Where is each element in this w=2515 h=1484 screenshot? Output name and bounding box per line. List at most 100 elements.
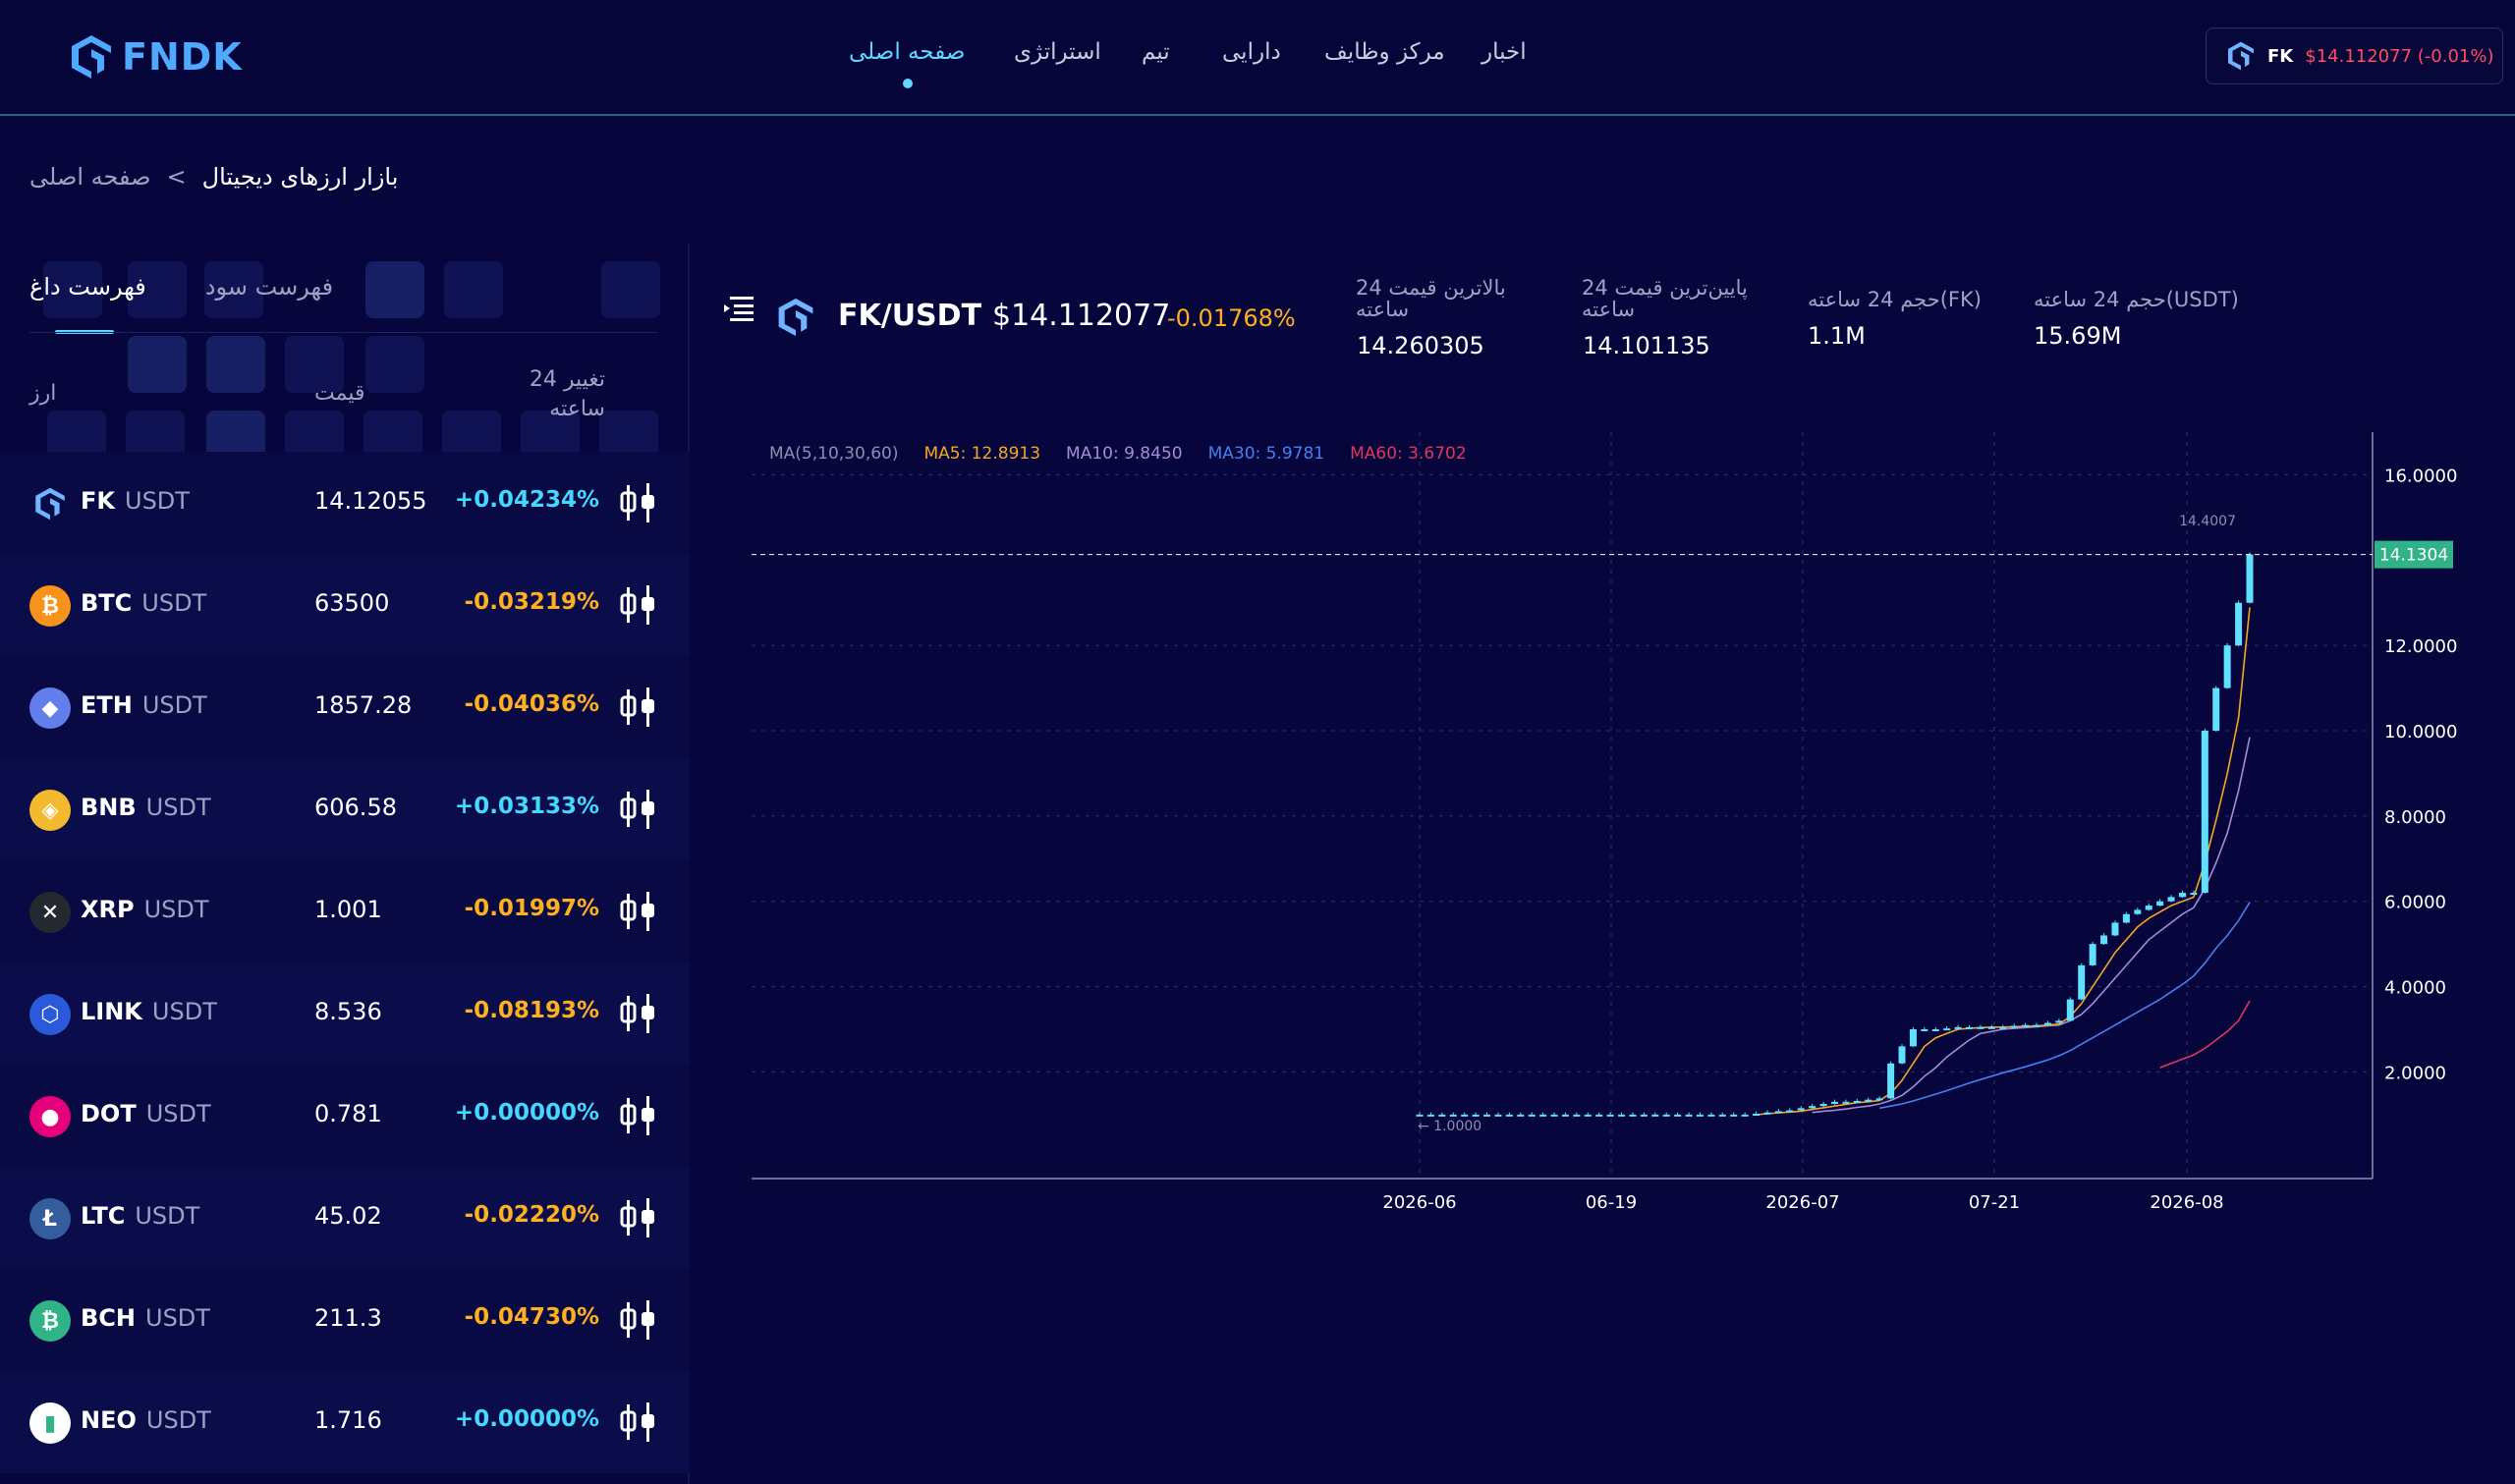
decor-tile [206, 336, 265, 393]
dot-icon: ● [29, 1096, 71, 1137]
candle-body [1774, 1111, 1782, 1114]
tab-hot-list[interactable]: فهرست داغ [29, 273, 146, 301]
candle-body [1842, 1101, 1850, 1104]
y-tick-label: 4.0000 [2384, 978, 2446, 999]
nav-item-team[interactable]: تیم [1142, 39, 1170, 65]
candlestick-chart-icon[interactable] [619, 1298, 658, 1342]
market-row-link[interactable]: ⬡ LINK USDT 8.536 -0.08193% [0, 962, 690, 1065]
ltc-icon: Ł [29, 1198, 71, 1239]
market-row-xrp[interactable]: ✕ XRP USDT 1.001 -0.01997% [0, 860, 690, 962]
main-nav: صفحه اصلی استراتژی تیم دارایی مرکز وظایف… [0, 0, 2515, 116]
candle-body [1561, 1114, 1569, 1117]
coin-quote: USDT [151, 998, 217, 1025]
candle-body [1786, 1110, 1794, 1113]
candlestick-chart-icon[interactable] [619, 992, 658, 1035]
ticker-symbol: FK [2267, 45, 2294, 67]
candle-body [1753, 1113, 1760, 1116]
market-row-dot[interactable]: ● DOT USDT 0.781 +0.00000% [0, 1065, 690, 1167]
price-chart[interactable]: 16.0000 12.0000 10.0000 8.0000 6.0000 4.0000 2… [747, 432, 2495, 1218]
candlestick-chart-icon[interactable] [619, 481, 658, 524]
candle-body [1550, 1114, 1558, 1117]
market-row-btc[interactable]: ₿ BTC USDT 63500 -0.03219% [0, 554, 690, 656]
candle-body [1853, 1100, 1861, 1103]
candle-body [1931, 1029, 1939, 1031]
y-tick-label: 10.0000 [2384, 722, 2457, 742]
coin-change: -0.04036% [464, 691, 599, 717]
header-ticker[interactable]: FK $14.112077 (-0.01%) [2206, 27, 2503, 84]
x-tick-label: 2026-06 [1382, 1192, 1456, 1213]
low-price-label: ← 1.0000 [1418, 1119, 1481, 1134]
candle-body [1921, 1029, 1928, 1031]
y-tick-label: 16.0000 [2384, 466, 2457, 486]
decor-tile [365, 336, 424, 393]
candlestick-chart-icon[interactable] [619, 1196, 658, 1239]
breadcrumb-home[interactable]: صفحه اصلی [29, 163, 151, 191]
candle-body [1472, 1114, 1480, 1117]
menu-toggle-icon[interactable] [724, 295, 754, 322]
coin-symbol: FK USDT [81, 487, 190, 515]
candle-body [2078, 964, 2086, 1000]
coin-symbol: BNB USDT [81, 794, 211, 821]
y-tick-label: 6.0000 [2384, 893, 2446, 913]
candle-body [2022, 1024, 2030, 1027]
market-row-ltc[interactable]: Ł LTC USDT 45.02 -0.02220% [0, 1167, 690, 1269]
coin-quote: USDT [145, 1406, 211, 1434]
coin-quote: USDT [143, 896, 209, 923]
coin-base: XRP [81, 896, 135, 923]
coin-base: FK [81, 487, 115, 515]
candlestick-chart-icon[interactable] [619, 686, 658, 729]
candle-body [1999, 1026, 2007, 1029]
y-tick-label: 12.0000 [2384, 636, 2457, 657]
candle-body [1606, 1114, 1614, 1117]
candle-body [1707, 1114, 1715, 1117]
candle-body [1438, 1114, 1446, 1117]
candle-body [1539, 1114, 1547, 1117]
candlestick-chart-icon[interactable] [619, 1401, 658, 1444]
pair-change: -0.01768% [1167, 304, 1296, 332]
market-list-panel: فهرست داغ فهرست سود ارز قیمت تغییر 24 سا… [0, 244, 690, 1484]
candle-body [1595, 1114, 1603, 1117]
candle-body [1909, 1029, 1917, 1047]
tab-profit-list[interactable]: فهرست سود [205, 273, 333, 301]
market-row-bnb[interactable]: ◈ BNB USDT 606.58 +0.03133% [0, 758, 690, 860]
candle-body [1629, 1114, 1637, 1117]
candle-body [1718, 1114, 1726, 1117]
stat-value-24h-volume-usdt: 15.69M [2034, 322, 2122, 350]
top-header: FNDK صفحه اصلی استراتژی تیم دارایی مرکز … [0, 0, 2515, 116]
coin-symbol: DOT USDT [81, 1100, 211, 1127]
market-row-eth[interactable]: ◆ ETH USDT 1857.28 -0.04036% [0, 656, 690, 758]
candle-body [1640, 1114, 1648, 1117]
fk-logo-icon [2227, 41, 2255, 71]
candle-body [1494, 1114, 1502, 1117]
decor-tile [601, 261, 660, 318]
candle-body [2178, 893, 2186, 898]
candle-body [1685, 1114, 1693, 1117]
nav-item-task-center[interactable]: مرکز وظایف [1324, 39, 1445, 65]
pair-name: FK/USDT [838, 299, 982, 333]
nav-item-home[interactable]: صفحه اصلی [849, 39, 965, 65]
candlestick-chart-icon[interactable] [619, 583, 658, 627]
market-row-neo[interactable]: ▮ NEO USDT 1.716 +0.00000% [0, 1371, 690, 1473]
nav-item-news[interactable]: اخبار [1481, 39, 1527, 65]
coin-base: ETH [81, 691, 133, 719]
coin-change: -0.01997% [464, 896, 599, 921]
column-header-change: تغییر 24 ساعته [529, 367, 605, 421]
candle-body [1797, 1108, 1805, 1111]
candlestick-chart-icon[interactable] [619, 788, 658, 831]
coin-symbol: LINK USDT [81, 998, 217, 1025]
candle-body [1763, 1112, 1771, 1115]
candlestick-chart-icon[interactable] [619, 1094, 658, 1137]
candle-body [1584, 1114, 1592, 1117]
candle-body [1898, 1046, 1906, 1064]
nav-item-strategy[interactable]: استراتژی [1014, 39, 1101, 65]
nav-item-assets[interactable]: دارایی [1222, 39, 1281, 65]
coin-base: DOT [81, 1100, 137, 1127]
candle-body [1987, 1026, 1995, 1029]
market-row-fk[interactable]: FK USDT 14.12055 +0.04234% [0, 452, 690, 554]
stat-value-24h-high: 14.260305 [1357, 332, 1484, 359]
stat-label-24h-low: پایین‌ترین قیمت 24 ساعته [1582, 276, 1748, 321]
candlestick-chart-icon[interactable] [619, 890, 658, 933]
coin-quote: USDT [125, 487, 190, 515]
market-row-bch[interactable]: ₿ BCH USDT 211.3 -0.04730% [0, 1269, 690, 1371]
coin-price: 606.58 [314, 794, 397, 821]
